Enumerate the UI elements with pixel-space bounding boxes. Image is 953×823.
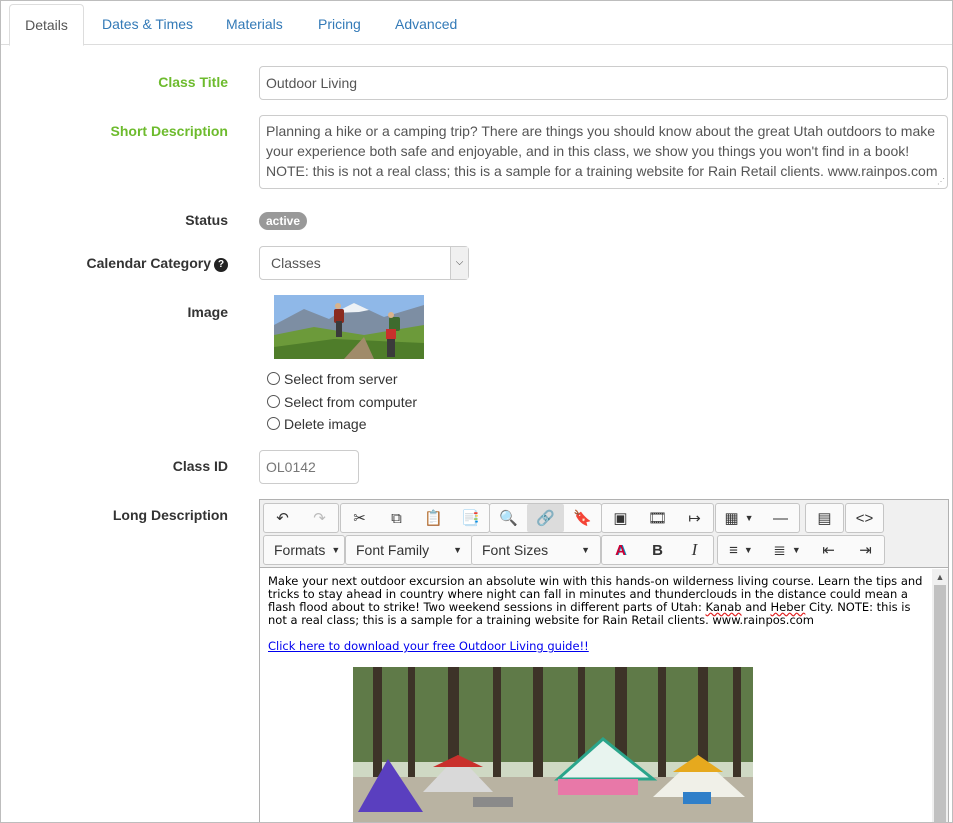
formats-label: Formats xyxy=(274,542,326,558)
chevron-down-icon[interactable]: ⌵ xyxy=(450,247,468,279)
caret-down-icon: ▼ xyxy=(453,545,462,555)
italic-icon[interactable]: I xyxy=(676,536,713,564)
image-label: Image xyxy=(187,304,228,320)
class-id-input[interactable]: OL0142 xyxy=(259,450,359,484)
class-editor-window: Details Dates & Times Materials Pricing … xyxy=(0,0,953,823)
calendar-category-select[interactable]: Classes ⌵ xyxy=(259,246,469,280)
font-sizes-dropdown[interactable]: Font Sizes ▼ xyxy=(471,535,601,565)
editor-scrollbar[interactable]: ▲ xyxy=(932,569,948,822)
tab-bar: Details Dates & Times Materials Pricing … xyxy=(1,1,952,46)
short-description-text: Planning a hike or a camping trip? There… xyxy=(266,123,938,179)
bullet-list-icon[interactable]: ≡ ▼ xyxy=(718,536,764,564)
campsite-photo xyxy=(353,667,753,822)
class-id-label: Class ID xyxy=(172,458,228,474)
undo-redo-group: ↶ ↷ xyxy=(263,503,339,533)
scrollbar-thumb[interactable] xyxy=(934,585,946,822)
table-group: ▦ ▼ — xyxy=(715,503,800,533)
short-description-label: Short Description xyxy=(110,123,228,139)
source-code-group: <> xyxy=(845,503,884,533)
scroll-up-icon[interactable]: ▲ xyxy=(932,569,948,585)
link-icon[interactable]: 🔗 xyxy=(527,504,564,532)
caret-down-icon: ▼ xyxy=(581,545,590,555)
text-color-icon[interactable]: A xyxy=(602,536,639,564)
page-break-group: ▤ xyxy=(805,503,844,533)
long-description-label: Long Description xyxy=(112,507,228,523)
class-image-thumbnail xyxy=(274,295,424,359)
video-icon[interactable]: 🎞 xyxy=(639,504,676,532)
delete-image-label: Delete image xyxy=(284,416,367,432)
caret-down-icon: ▼ xyxy=(331,545,341,555)
status-label: Status xyxy=(185,212,228,228)
question-circle-icon[interactable]: ? xyxy=(214,258,228,272)
redo-icon[interactable]: ↷ xyxy=(301,504,338,532)
paste-text-icon[interactable]: 📑 xyxy=(452,504,489,532)
editor-text-and: and xyxy=(741,600,771,614)
source-code-icon[interactable]: <> xyxy=(846,504,883,532)
radio-button[interactable] xyxy=(267,372,280,385)
delete-image-option[interactable]: Delete image xyxy=(267,414,367,434)
paste-icon[interactable]: 📋 xyxy=(415,504,452,532)
campsite-image xyxy=(353,667,753,822)
media-group: ▣ 🎞 ↦ xyxy=(601,503,714,533)
undo-icon[interactable]: ↶ xyxy=(264,504,301,532)
calendar-category-value: Classes xyxy=(271,255,321,271)
find-link-group: 🔍 🔗 🔖 xyxy=(489,503,602,533)
bold-icon[interactable]: B xyxy=(639,536,676,564)
class-title-input[interactable]: Outdoor Living xyxy=(259,66,948,100)
font-sizes-label: Font Sizes xyxy=(482,542,549,558)
download-guide-link[interactable]: Click here to download your free Outdoor… xyxy=(268,640,924,653)
copy-icon[interactable]: ⧉ xyxy=(378,504,415,532)
outdent-icon[interactable]: ⇤ xyxy=(810,536,847,564)
misspelled-word: Heber xyxy=(770,600,806,614)
short-description-textarea[interactable]: Planning a hike or a camping trip? There… xyxy=(259,115,948,189)
formats-dropdown[interactable]: Formats ▼ xyxy=(263,535,345,565)
image-icon[interactable]: ▣ xyxy=(602,504,639,532)
class-title-label: Class Title xyxy=(158,74,228,90)
font-sizes-select[interactable]: Font Sizes ▼ xyxy=(472,536,600,564)
tab-advanced[interactable]: Advanced xyxy=(395,4,457,45)
calendar-category-text: Calendar Category xyxy=(86,255,211,271)
horizontal-rule-icon[interactable]: — xyxy=(762,504,799,532)
select-from-server-label: Select from server xyxy=(284,371,398,387)
numbered-list-icon[interactable]: ≣ ▼ xyxy=(764,536,810,564)
font-family-select[interactable]: Font Family ▼ xyxy=(346,536,472,564)
select-from-server-option[interactable]: Select from server xyxy=(267,369,398,389)
text-format-group: A B I xyxy=(601,535,714,565)
font-family-label: Font Family xyxy=(356,542,430,558)
calendar-category-label: Calendar Category? xyxy=(87,255,228,272)
hikers-image xyxy=(274,295,424,359)
tab-materials[interactable]: Materials xyxy=(226,4,283,45)
rich-text-editor: ↶ ↷ ✂ ⧉ 📋 📑 🔍 🔗 🔖 ▣ 🎞 ↦ ▦ ▼ — ▤ <> Forma… xyxy=(259,499,949,822)
status-badge: active xyxy=(259,212,308,230)
indent-icon[interactable]: ⇥ xyxy=(847,536,884,564)
page-break-icon[interactable]: ▤ xyxy=(806,504,843,532)
bookmark-icon[interactable]: 🔖 xyxy=(564,504,601,532)
radio-button[interactable] xyxy=(267,417,280,430)
select-from-computer-label: Select from computer xyxy=(284,394,418,410)
tab-dates-times[interactable]: Dates & Times xyxy=(102,4,193,45)
find-replace-icon[interactable]: 🔍 xyxy=(490,504,527,532)
clipboard-group: ✂ ⧉ 📋 📑 xyxy=(340,503,490,533)
radio-button[interactable] xyxy=(267,395,280,408)
tab-details[interactable]: Details xyxy=(9,4,84,46)
tab-pricing[interactable]: Pricing xyxy=(318,4,361,45)
editor-content[interactable]: Make your next outdoor excursion an abso… xyxy=(260,569,932,822)
select-from-computer-option[interactable]: Select from computer xyxy=(267,392,417,412)
formats-select[interactable]: Formats ▼ xyxy=(264,536,344,564)
editor-toolbar: ↶ ↷ ✂ ⧉ 📋 📑 🔍 🔗 🔖 ▣ 🎞 ↦ ▦ ▼ — ▤ <> Forma… xyxy=(260,500,948,568)
cut-icon[interactable]: ✂ xyxy=(341,504,378,532)
list-indent-group: ≡ ▼ ≣ ▼ ⇤ ⇥ xyxy=(717,535,885,565)
insert-template-icon[interactable]: ↦ xyxy=(676,504,713,532)
font-family-dropdown[interactable]: Font Family ▼ xyxy=(345,535,473,565)
editor-paragraph: Make your next outdoor excursion an abso… xyxy=(268,575,924,627)
table-icon[interactable]: ▦ ▼ xyxy=(716,504,762,532)
resize-grip-icon[interactable]: ⋰ xyxy=(937,178,945,186)
misspelled-word: Kanab xyxy=(705,600,742,614)
